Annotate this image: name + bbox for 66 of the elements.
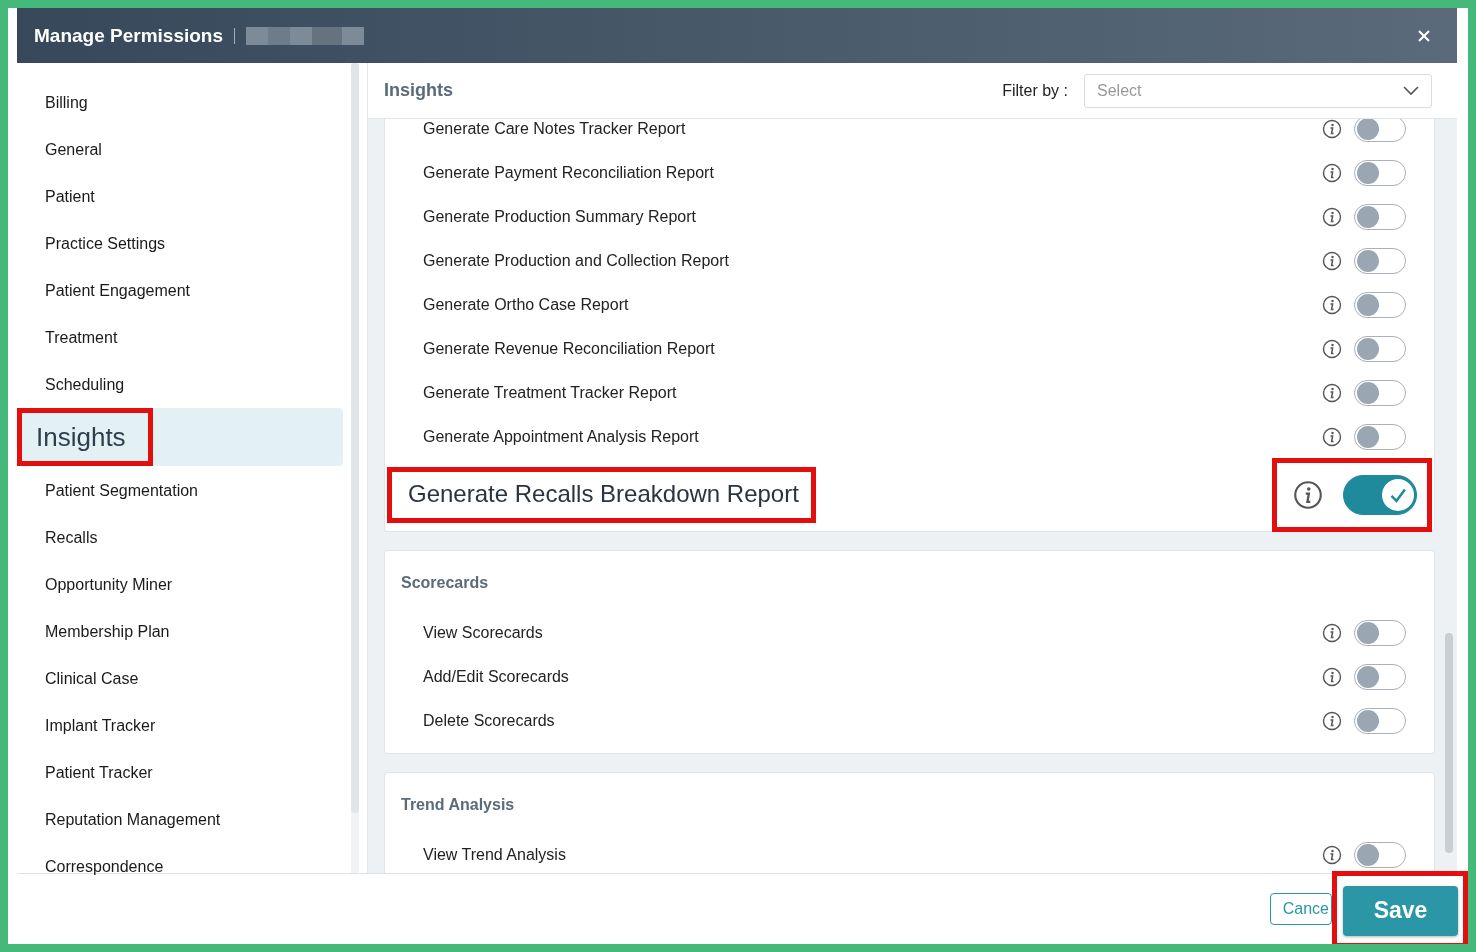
permission-label: Generate Production and Collection Report	[423, 252, 729, 270]
info-icon[interactable]	[1293, 480, 1323, 510]
permission-label: View Scorecards	[423, 624, 543, 642]
sidebar-item[interactable]: Opportunity Miner	[17, 561, 343, 608]
toggle-switch[interactable]	[1354, 842, 1406, 868]
permission-label: Add/Edit Scorecards	[423, 668, 569, 686]
sidebar-item[interactable]: Patient	[17, 173, 343, 220]
card-title: Scorecards	[401, 573, 490, 593]
sidebar-item[interactable]: Treatment	[17, 314, 343, 361]
sidebar-item[interactable]: Recalls	[17, 514, 343, 561]
toggle-switch[interactable]	[1354, 664, 1406, 690]
sidebar-item[interactable]: Implant Tracker	[17, 702, 343, 749]
close-icon[interactable]	[1417, 28, 1431, 43]
scrollbar-thumb[interactable]	[1445, 633, 1453, 853]
info-icon[interactable]	[1322, 295, 1342, 315]
permission-label: Generate Recalls Breakdown Report	[387, 467, 816, 523]
info-icon[interactable]	[1322, 845, 1342, 865]
toggle-switch[interactable]	[1354, 424, 1406, 450]
filter-label: Filter by :	[1002, 81, 1068, 100]
info-icon[interactable]	[1322, 163, 1342, 183]
permission-label: Generate Production Summary Report	[423, 208, 696, 226]
info-icon[interactable]	[1322, 339, 1342, 359]
toggle-switch[interactable]	[1354, 380, 1406, 406]
scrollbar-thumb[interactable]	[351, 63, 359, 813]
sidebar-item[interactable]: Patient Segmentation	[17, 467, 343, 514]
toggle-switch[interactable]	[1354, 620, 1406, 646]
info-icon[interactable]	[1322, 667, 1342, 687]
sidebar-item[interactable]: Patient Engagement	[17, 267, 343, 314]
permission-label: Generate Treatment Tracker Report	[423, 384, 677, 402]
permission-label: Generate Appointment Analysis Report	[423, 428, 699, 446]
info-icon[interactable]	[1322, 427, 1342, 447]
toggle-switch[interactable]	[1354, 292, 1406, 318]
sidebar-item[interactable]: Insights	[17, 408, 343, 466]
permission-label: Generate Ortho Case Report	[423, 296, 629, 314]
info-icon[interactable]	[1322, 251, 1342, 271]
info-icon[interactable]	[1322, 119, 1342, 139]
sidebar-item[interactable]: Membership Plan	[17, 608, 343, 655]
chevron-down-icon	[1403, 85, 1419, 96]
permission-label: Generate Revenue Reconciliation Report	[423, 340, 715, 358]
sidebar-item[interactable]: Scheduling	[17, 361, 343, 408]
info-icon[interactable]	[1322, 383, 1342, 403]
section-title: Insights	[384, 80, 453, 101]
info-icon[interactable]	[1322, 711, 1342, 731]
info-icon[interactable]	[1322, 623, 1342, 643]
permission-label: Generate Payment Reconciliation Report	[423, 164, 714, 182]
permission-label: View Trend Analysis	[423, 846, 566, 864]
sidebar-item[interactable]: Reputation Management	[17, 796, 343, 843]
sidebar-item[interactable]: Correspondence	[17, 843, 343, 890]
toggle-switch[interactable]	[1354, 119, 1406, 142]
toggle-switch[interactable]	[1354, 336, 1406, 362]
sidebar-item[interactable]: Clinical Case	[17, 655, 343, 702]
toggle-switch[interactable]	[1354, 204, 1406, 230]
toggle-switch[interactable]	[1343, 475, 1417, 515]
sidebar-item[interactable]: General	[17, 126, 343, 173]
cancel-button[interactable]: Cance	[1269, 893, 1332, 925]
toggle-switch[interactable]	[1354, 160, 1406, 186]
sidebar-item[interactable]: Practice Settings	[17, 220, 343, 267]
permission-label: Delete Scorecards	[423, 712, 555, 730]
info-icon[interactable]	[1322, 207, 1342, 227]
window-title: Manage Permissions	[34, 24, 224, 47]
sidebar-item[interactable]: Patient Tracker	[17, 749, 343, 796]
toggle-switch[interactable]	[1354, 708, 1406, 734]
permission-label: Generate Care Notes Tracker Report	[423, 120, 686, 138]
toggle-switch[interactable]	[1354, 248, 1406, 274]
card-title: Trend Analysis	[401, 795, 516, 815]
sidebar-item[interactable]: Billing	[17, 79, 343, 126]
